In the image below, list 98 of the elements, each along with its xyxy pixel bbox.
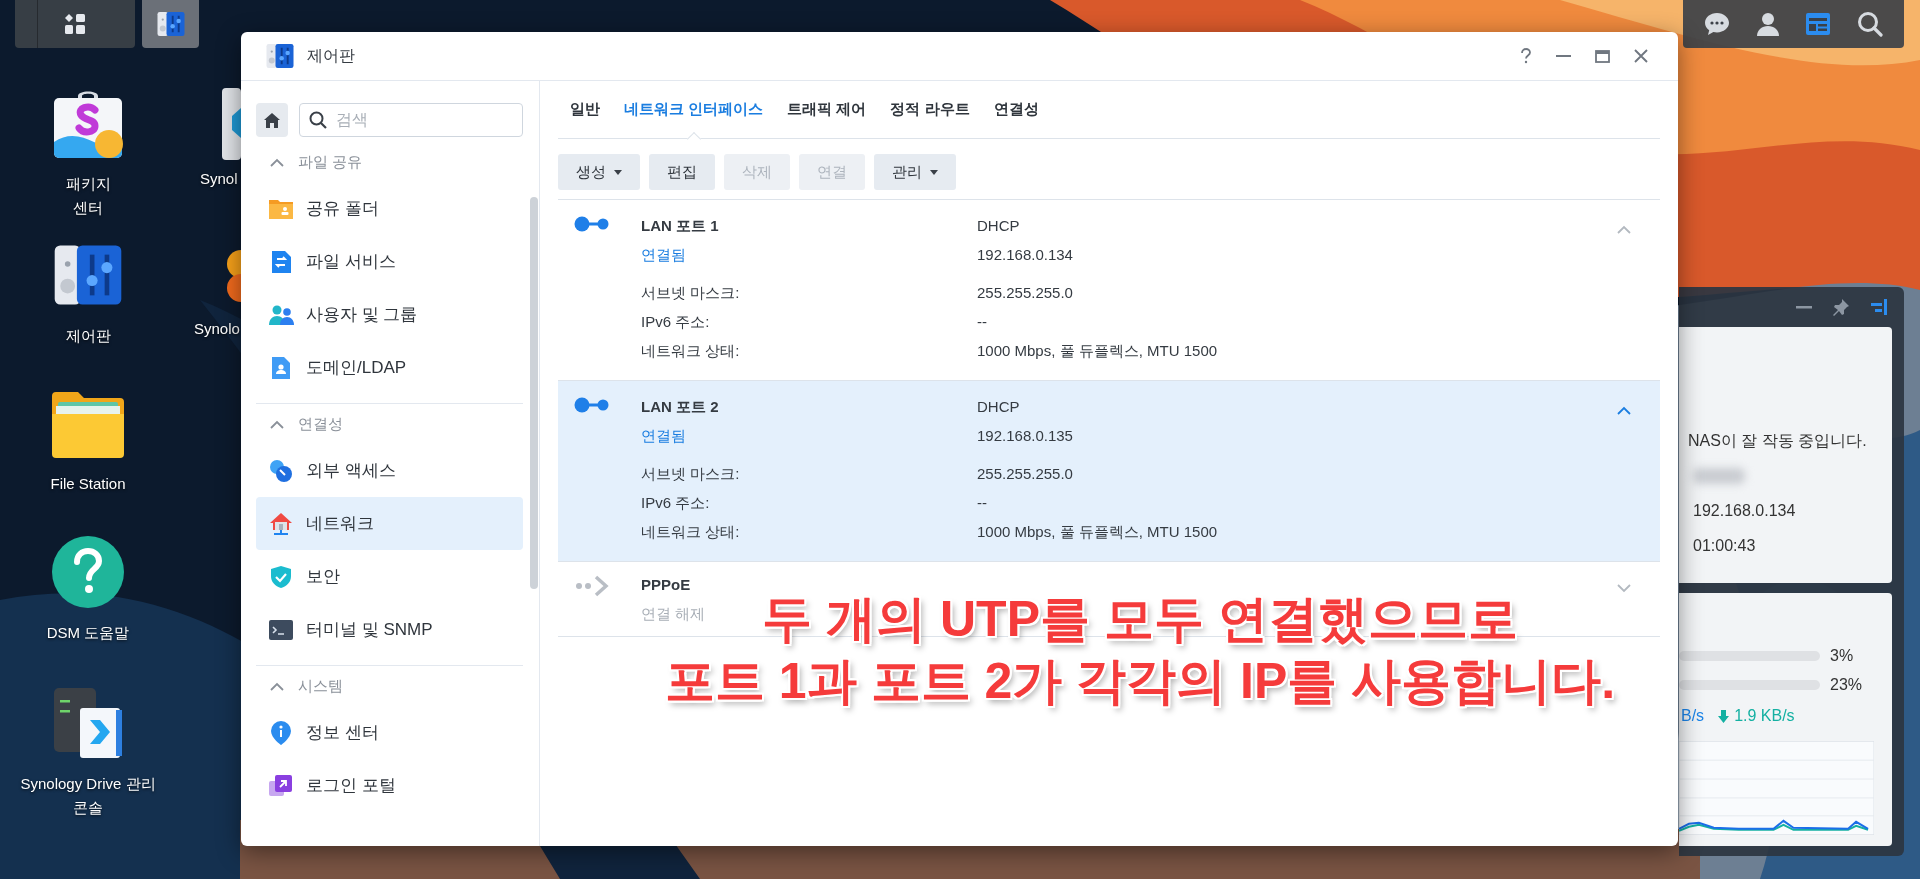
widgets-icon[interactable] [1805, 12, 1832, 36]
usage-reading: 23% [1830, 675, 1864, 694]
tab[interactable]: 트래픽 제어 [775, 81, 879, 138]
chat-bubble-icon[interactable] [1703, 12, 1730, 36]
info-value: 01:00:43 [1693, 536, 1757, 556]
server-icon[interactable] [52, 686, 124, 760]
detail-value: -- [977, 312, 987, 332]
annotation-text: 두 개의 UTP를 모두 연결했으므로 [762, 590, 1518, 649]
icon-label: 제어판 [65, 326, 111, 346]
sidebar-item[interactable]: 도메인/LDAP [256, 341, 523, 394]
ethernet-port-icon [574, 396, 610, 414]
icon-label: File Station [50, 474, 126, 494]
search-icon[interactable] [1857, 11, 1884, 37]
chevron-icon[interactable] [1617, 406, 1631, 415]
globe-link-icon [269, 458, 293, 483]
interface-name: PPPoE [641, 575, 691, 595]
house-network-icon [269, 511, 293, 536]
chevron-icon[interactable] [270, 681, 284, 691]
sidebar-item[interactable]: 보안 [256, 550, 523, 603]
toolbar-button[interactable]: 편집 [649, 154, 715, 190]
annotation-text: 포트 1과 포트 2가 각각의 IP를 사용합니다. [664, 652, 1616, 711]
interface-row[interactable]: LAN 포트 2 DHCP 연결됨 192.168.0.135 서브넷 마스크: 255.255.255.0 IPv6 주소: -- 네트워크 상태: 1000 Mbps, 풀 듀플렉스, MTU 1500 [558, 381, 1660, 562]
home-button[interactable] [256, 103, 288, 137]
icon-label: 패키지 센터 [65, 174, 111, 218]
toolbar-button[interactable]: 관리 [874, 154, 956, 190]
sidebar-item[interactable]: 사용자 및 그룹 [256, 288, 523, 341]
close-icon[interactable] [1634, 49, 1648, 63]
usage-reading: 3% [1830, 646, 1855, 665]
icon-label: Synology Drive 관리 콘솔 [20, 774, 156, 818]
control-panel-icon[interactable] [155, 9, 186, 39]
sidebar-item[interactable]: 터미널 및 SNMP [256, 603, 523, 656]
ip-address: 192.168.0.135 [977, 426, 1073, 446]
down-arrow-icon [1718, 709, 1730, 723]
connection-status: 연결됨 [641, 426, 686, 446]
ethernet-port-icon [574, 215, 610, 233]
detail-value: -- [977, 493, 987, 513]
info-pin-icon [269, 719, 293, 746]
pin-icon[interactable] [1832, 298, 1850, 316]
download-speed: 1.9 KB/s [1718, 707, 1795, 726]
window-title: 제어판 [307, 45, 356, 66]
redacted-value [1693, 468, 1745, 484]
contact-card-icon [269, 355, 293, 380]
search-icon [309, 111, 327, 129]
apps-grid-icon[interactable] [64, 13, 86, 35]
shield-check-icon [269, 564, 293, 589]
file-transfer-icon [269, 249, 293, 274]
portal-icon [268, 773, 294, 798]
chevron-icon[interactable] [270, 419, 284, 429]
folder-icon[interactable] [50, 390, 126, 460]
widget-panel-icon[interactable] [1870, 298, 1888, 316]
taskbar-button[interactable] [142, 0, 199, 48]
tab[interactable]: 연결성 [981, 81, 1051, 138]
ip-address: 192.168.0.134 [977, 245, 1073, 265]
connection-status: 연결됨 [641, 245, 686, 265]
detail-label: 서브넷 마스크: [641, 464, 740, 484]
sidebar-item[interactable]: 정보 센터 [256, 706, 523, 759]
tab[interactable]: 정적 라우트 [878, 81, 982, 138]
search-field[interactable]: 검색 [299, 103, 523, 137]
detail-value: 255.255.255.0 [977, 464, 1073, 484]
detail-label: 서브넷 마스크: [641, 283, 740, 303]
detail-value: 1000 Mbps, 풀 듀플렉스, MTU 1500 [977, 341, 1218, 361]
status-text: NAS이 잘 작동 중입니다. [1688, 431, 1868, 451]
connection-status: 연결 해제 [641, 604, 706, 624]
app-icon[interactable] [222, 88, 241, 160]
detail-value: 1000 Mbps, 풀 듀플렉스, MTU 1500 [977, 522, 1218, 542]
connection-mode: DHCP [977, 216, 1020, 236]
detail-label: 네트워크 상태: [641, 522, 740, 542]
dotted-arrow-icon [574, 574, 610, 598]
home-icon [263, 111, 281, 129]
maximize-icon[interactable] [1595, 49, 1610, 63]
icon-label: Synol [200, 170, 238, 187]
minimize-icon[interactable] [1796, 305, 1812, 309]
help-icon[interactable] [51, 535, 125, 609]
user-icon[interactable] [1755, 12, 1780, 36]
interface-name: LAN 포트 1 [641, 216, 719, 236]
interface-name: LAN 포트 2 [641, 397, 719, 417]
minimize-icon[interactable] [1556, 54, 1571, 58]
detail-label: IPv6 주소: [641, 493, 710, 513]
app-icon[interactable] [224, 250, 241, 302]
sidebar-item[interactable]: 외부 액세스 [256, 444, 523, 497]
upload-speed: B/s [1681, 707, 1705, 726]
icon-label: DSM 도움말 [46, 623, 130, 643]
chevron-icon[interactable] [270, 157, 284, 167]
detail-label: IPv6 주소: [641, 312, 710, 332]
control-panel-icon [265, 41, 295, 71]
sidebar-item[interactable]: 네트워크 [256, 497, 523, 550]
toolbar-button[interactable]: 생성 [558, 154, 640, 190]
info-value: 192.168.0.134 [1693, 501, 1797, 521]
sidebar-item[interactable]: 파일 서비스 [256, 235, 523, 288]
terminal-icon [268, 618, 294, 641]
detail-label: 네트워크 상태: [641, 341, 740, 361]
tab[interactable]: 일반 [558, 81, 612, 138]
detail-value: 255.255.255.0 [977, 283, 1073, 303]
scrollbar[interactable] [530, 197, 538, 589]
sidebar-item[interactable]: 공유 폴더 [256, 182, 523, 235]
icon-label: Synolo [194, 320, 240, 337]
connection-mode: DHCP [977, 397, 1020, 417]
sidebar-item[interactable]: 로그인 포털 [256, 759, 523, 812]
